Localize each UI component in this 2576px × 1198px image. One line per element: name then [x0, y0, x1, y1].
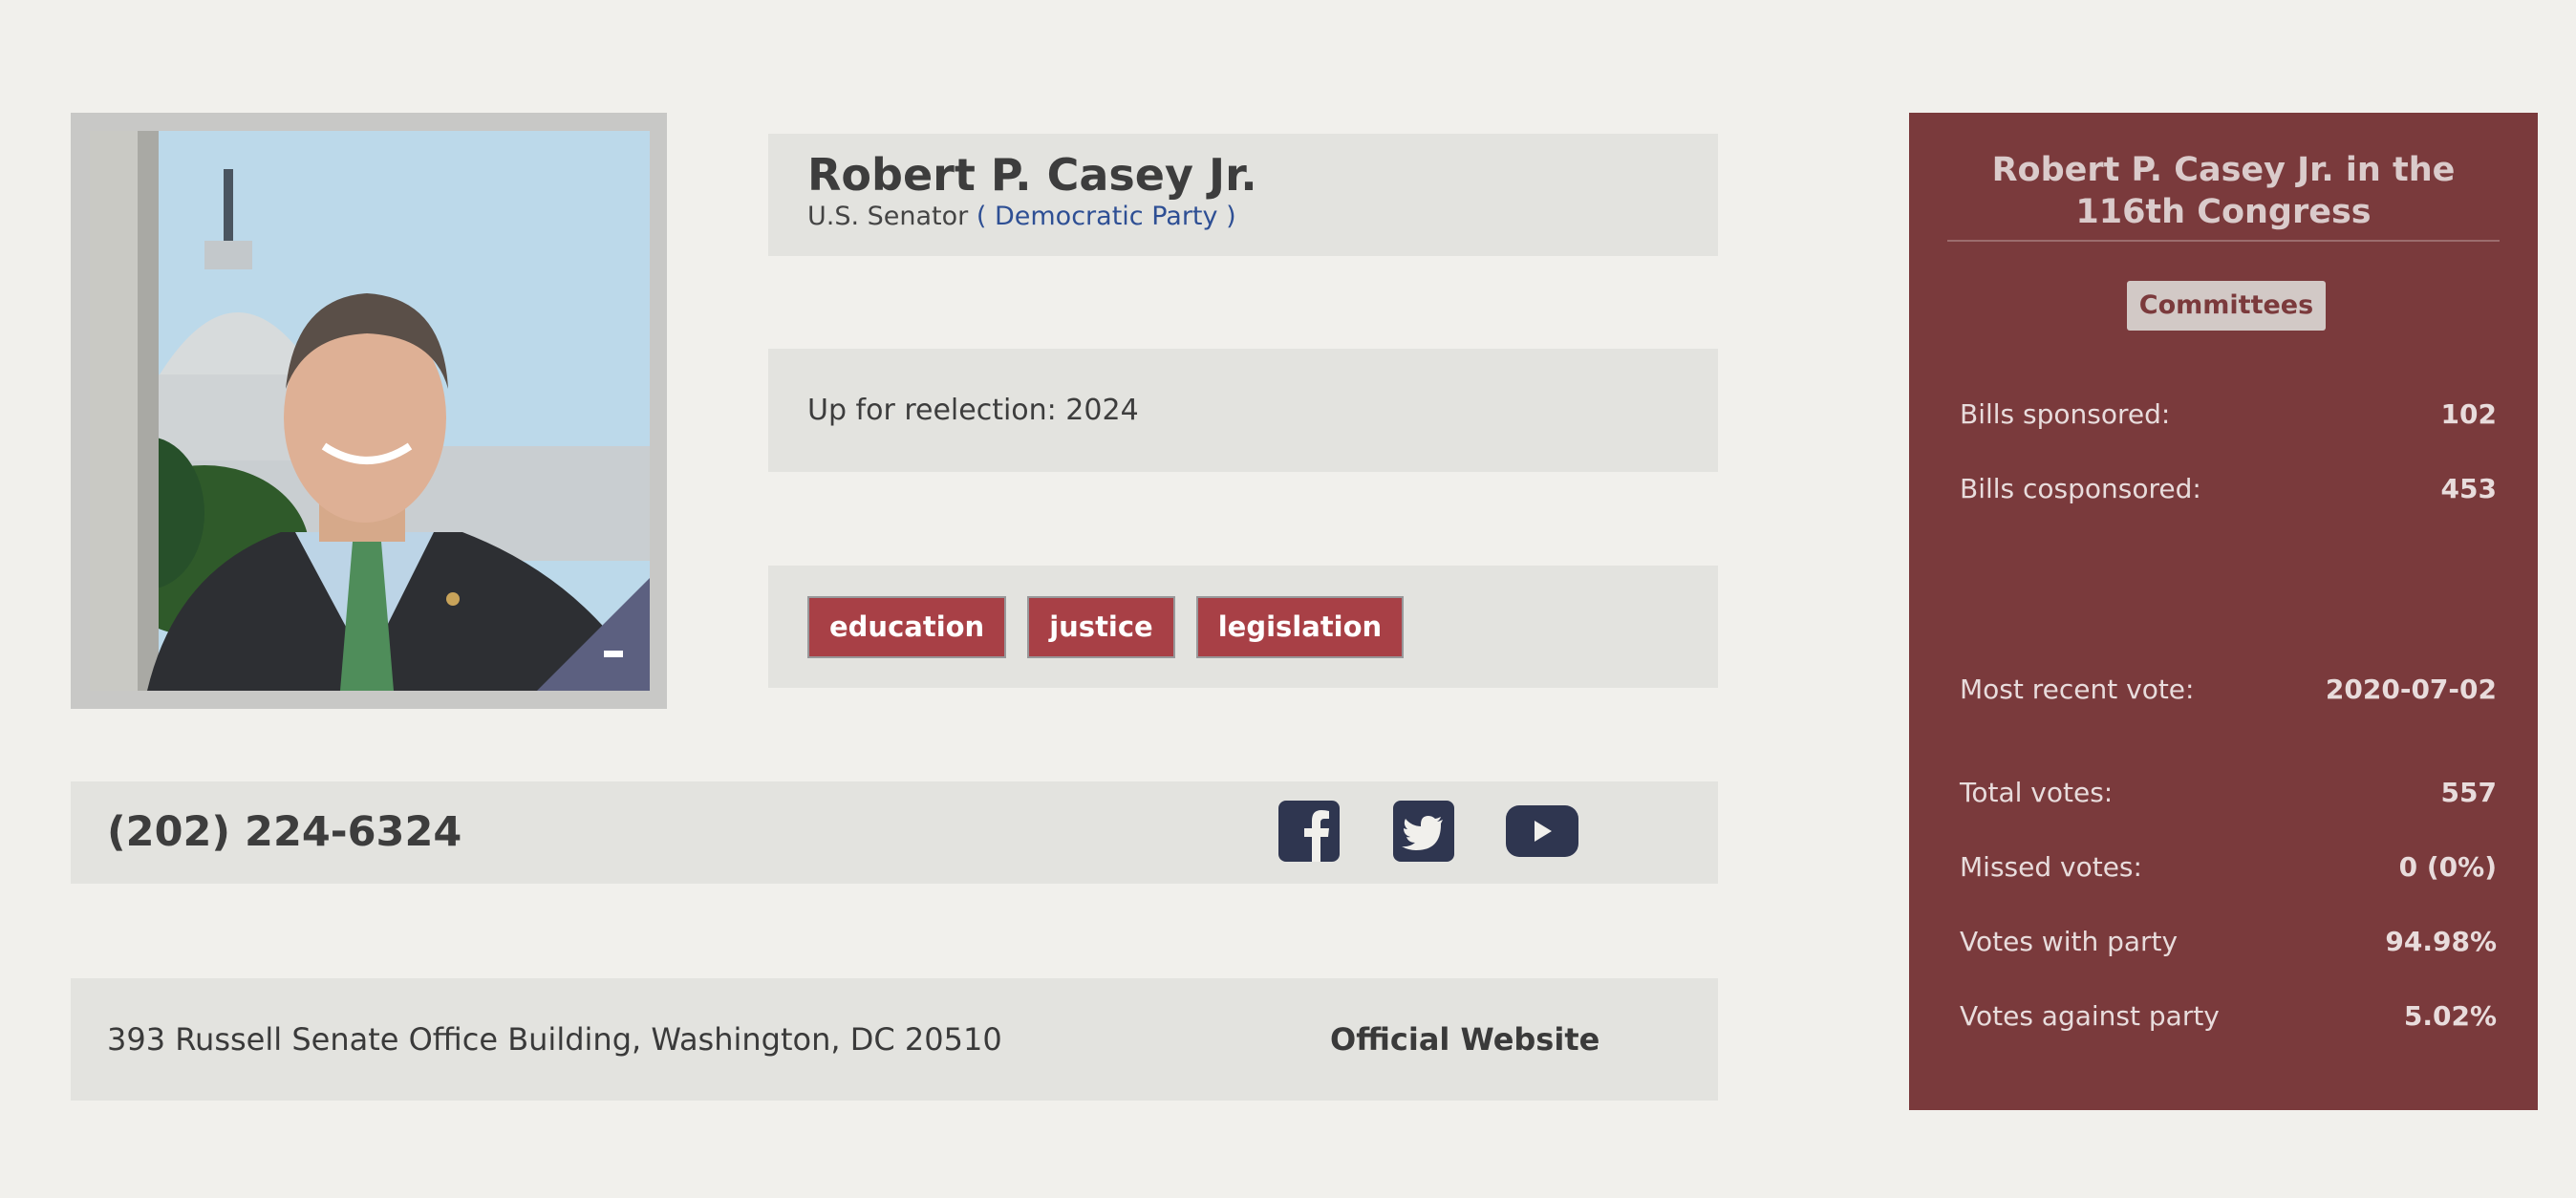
tag-justice[interactable]: justice [1027, 595, 1175, 658]
senator-role: U.S. Senator [807, 201, 969, 231]
twitter-icon[interactable] [1393, 801, 1454, 862]
stat-value-missed-votes: 0 (0%) [2398, 851, 2497, 883]
stat-value-votes-with-party: 94.98% [2385, 926, 2497, 957]
facebook-icon[interactable] [1278, 801, 1340, 862]
phone-number[interactable]: (202) 224-6324 [107, 781, 462, 884]
tag-education[interactable]: education [807, 595, 1007, 658]
stat-label-votes-against-party: Votes against party [1960, 1000, 2220, 1032]
reelection-text: Up for reelection: 2024 [807, 394, 1139, 427]
stat-value-bills-cosponsored: 453 [2440, 473, 2497, 504]
party-link[interactable]: ( Democratic Party ) [977, 202, 1236, 231]
stat-label-most-recent-vote: Most recent vote: [1960, 674, 2195, 705]
stat-value-votes-against-party: 5.02% [2403, 1000, 2497, 1032]
stats-title: Robert P. Casey Jr. in the 116th Congres… [1991, 151, 2456, 231]
official-website-link[interactable]: Official Website [1330, 978, 1599, 1101]
tag-legislation[interactable]: legislation [1195, 595, 1405, 658]
stat-label-bills-cosponsored: Bills cosponsored: [1960, 473, 2201, 504]
senator-role-line: U.S. Senator ( Democratic Party ) [807, 202, 1718, 231]
tags-panel: education justice legislation [768, 566, 1718, 688]
senator-name: Robert P. Casey Jr. [807, 149, 1257, 201]
stats-divider [1947, 240, 2500, 242]
collapse-corner [537, 578, 650, 691]
address-panel: 393 Russell Senate Office Building, Wash… [71, 978, 1718, 1101]
stat-label-total-votes: Total votes: [1960, 777, 2114, 808]
collapse-button[interactable] [594, 637, 633, 670]
contact-panel: (202) 224-6324 [71, 781, 1718, 884]
congress-stats-panel: Robert P. Casey Jr. in the 116th Congres… [1909, 113, 2538, 1110]
stat-value-total-votes: 557 [2440, 777, 2497, 808]
office-address: 393 Russell Senate Office Building, Wash… [107, 1021, 1002, 1058]
stat-label-votes-with-party: Votes with party [1960, 926, 2179, 957]
stat-value-bills-sponsored: 102 [2440, 398, 2497, 430]
portrait-photo [90, 131, 650, 691]
youtube-icon[interactable] [1506, 801, 1578, 862]
name-panel: Robert P. Casey Jr. U.S. Senator ( Democ… [768, 134, 1718, 256]
stat-value-most-recent-vote: 2020-07-02 [2325, 674, 2497, 705]
stat-label-bills-sponsored: Bills sponsored: [1960, 398, 2171, 430]
stat-label-missed-votes: Missed votes: [1960, 851, 2142, 883]
reelection-panel: Up for reelection: 2024 [768, 349, 1718, 472]
committees-button[interactable]: Committees [2127, 281, 2326, 331]
